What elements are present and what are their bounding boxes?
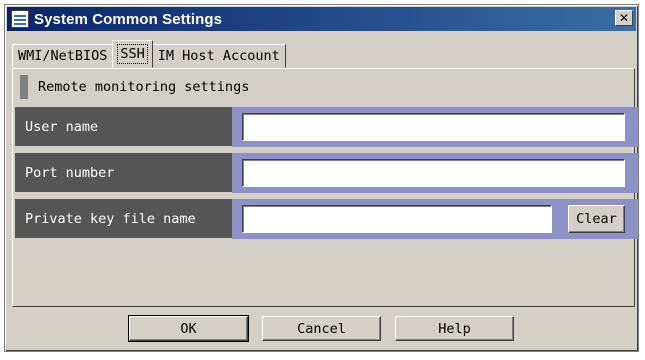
port-number-label: Port number [15,153,232,193]
private-key-row: Private key file name Clear [15,199,638,239]
close-icon: ✕ [618,11,630,25]
tab-label: IM Host Account [157,48,280,64]
tab-ssh[interactable]: SSH [112,40,153,68]
tab-im-host-account[interactable]: IM Host Account [151,44,286,68]
tab-label: WMI/NetBIOS [18,48,108,64]
cancel-button[interactable]: Cancel [262,316,381,341]
app-icon-grid [14,13,26,25]
section-title: Remote monitoring settings [38,79,250,95]
user-name-input[interactable] [242,113,625,141]
ok-button[interactable]: OK [128,315,249,342]
close-button[interactable]: ✕ [615,10,633,26]
private-key-input[interactable] [242,205,552,233]
help-button[interactable]: Help [395,316,514,341]
tab-strip: WMI/NetBIOS SSH IM Host Account [12,40,286,68]
tab-label: SSH [117,44,148,64]
tab-wmi-netbios[interactable]: WMI/NetBIOS [12,44,114,68]
settings-app-icon [11,10,29,28]
section-marker [20,75,28,99]
ssh-tab-panel: Remote monitoring settings User name Por… [12,68,638,307]
private-key-label: Private key file name [15,199,232,239]
window-title: System Common Settings [34,10,223,28]
section-header: Remote monitoring settings [20,75,249,99]
title-bar[interactable]: System Common Settings ✕ [7,7,636,31]
user-name-row: User name [15,107,638,147]
clear-button[interactable]: Clear [568,205,625,233]
user-name-label: User name [15,107,232,147]
dialog-window: System Common Settings ✕ WMI/NetBIOS SSH… [4,4,639,352]
port-number-row: Port number [15,153,638,193]
port-number-input[interactable] [242,159,625,187]
